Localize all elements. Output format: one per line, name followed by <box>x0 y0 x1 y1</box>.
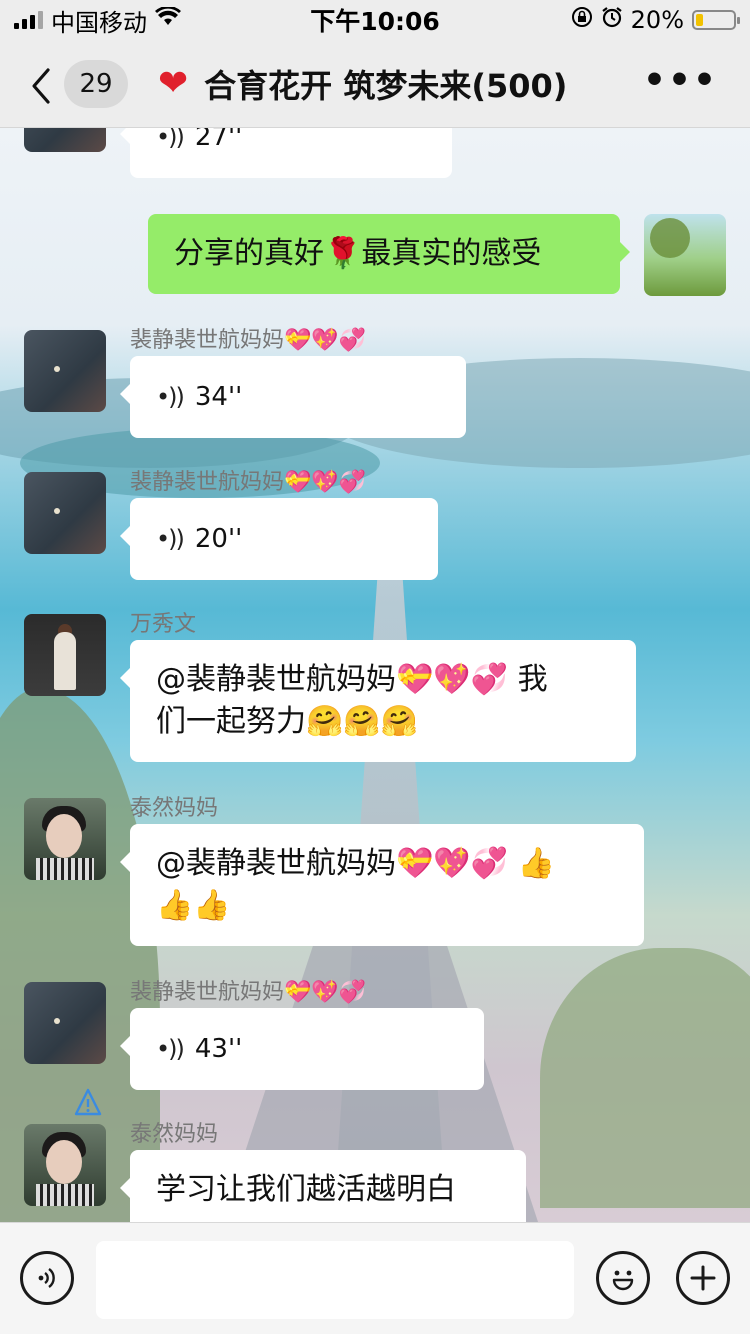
voice-mode-button[interactable] <box>20 1251 74 1305</box>
back-button[interactable] <box>28 66 58 104</box>
group-title: 合育花开 筑梦未来(500) <box>204 67 568 105</box>
input-bar <box>0 1222 750 1334</box>
voice-wave-icon: •)) <box>156 1035 185 1063</box>
voice-message-bubble[interactable]: •)) 34'' <box>120 356 466 438</box>
alarm-icon <box>601 6 623 34</box>
message-text-line: 们一起努力🤗🤗🤗 <box>156 704 419 739</box>
voice-duration: 20'' <box>194 524 243 554</box>
battery-percent: 20% <box>630 6 684 34</box>
text-message-bubble[interactable]: 学习让我们越活越明白 <box>120 1150 526 1222</box>
message-text-line: 👍👍 <box>156 888 231 923</box>
sender-name: 泰然妈妈 <box>130 796 219 821</box>
status-bar: 中国移动 下午10:06 20% <box>0 0 750 40</box>
message-text-line: @裴静裴世航妈妈💝💖💞 👍 <box>156 846 555 881</box>
voice-duration: 27'' <box>194 128 243 152</box>
avatar[interactable] <box>24 472 106 554</box>
chat-header: 29 ❤ 合育花开 筑梦未来(500) ••• <box>0 40 750 128</box>
avatar[interactable] <box>24 128 106 152</box>
avatar[interactable] <box>24 614 106 696</box>
plus-icon <box>690 1265 716 1291</box>
voice-wave-icon: •)) <box>156 525 185 553</box>
message-input[interactable] <box>96 1241 574 1319</box>
voice-message: •)) 34'' <box>130 356 466 438</box>
status-right: 20% <box>571 6 740 34</box>
avatar[interactable] <box>24 798 106 880</box>
sender-name: 泰然妈妈 <box>130 1122 219 1147</box>
battery-fill <box>696 14 704 26</box>
text-message-bubble[interactable]: 分享的真好🌹最真实的感受 <box>148 214 630 294</box>
avatar[interactable] <box>24 1124 106 1206</box>
voice-duration: 34'' <box>194 382 243 412</box>
battery-icon <box>692 10 740 30</box>
text-message-bubble[interactable]: @裴静裴世航妈妈💝💖💞 👍 👍👍 <box>120 824 644 946</box>
message-text-line: @裴静裴世航妈妈💝💖💞 我 <box>156 662 548 697</box>
voice-message: •)) 43'' <box>130 1008 484 1090</box>
avatar[interactable] <box>24 330 106 412</box>
voice-mode-icon <box>38 1268 55 1288</box>
voice-message: •)) 27'' <box>130 128 452 178</box>
unread-count-badge[interactable]: 29 <box>64 60 128 108</box>
voice-message-bubble[interactable]: •)) 43'' <box>120 1008 484 1090</box>
rotation-lock-icon <box>571 6 593 34</box>
more-options-button[interactable]: ••• <box>643 63 718 99</box>
avatar[interactable] <box>24 982 106 1064</box>
heart-icon: ❤ <box>158 63 189 104</box>
emoji-icon <box>612 1270 634 1291</box>
voice-duration: 43'' <box>194 1034 243 1064</box>
message-list[interactable]: •)) 27'' 分享的真好🌹最真实的感受 裴静裴世航妈妈💝💖💞 •)) 34'… <box>0 128 750 1222</box>
emoji-button[interactable] <box>596 1251 650 1305</box>
voice-message: •)) 20'' <box>130 498 438 580</box>
voice-wave-icon: •)) <box>156 383 185 411</box>
sender-name: 万秀文 <box>130 612 197 637</box>
sender-name: 裴静裴世航妈妈💝💖💞 <box>130 328 367 353</box>
message-text-line: 学习让我们越活越明白 <box>156 1172 456 1207</box>
chat-title: ❤ 合育花开 筑梦未来(500) <box>158 62 567 106</box>
message-text: 分享的真好🌹最真实的感受 <box>174 236 542 271</box>
my-avatar[interactable] <box>644 214 726 296</box>
warning-icon <box>74 1088 102 1118</box>
text-message-bubble[interactable]: @裴静裴世航妈妈💝💖💞 我 们一起努力🤗🤗🤗 <box>120 640 636 762</box>
voice-message-bubble[interactable]: •)) 27'' <box>120 128 452 178</box>
sender-name: 裴静裴世航妈妈💝💖💞 <box>130 470 367 495</box>
voice-wave-icon: •)) <box>156 128 185 151</box>
sender-name: 裴静裴世航妈妈💝💖💞 <box>130 980 367 1005</box>
voice-message-bubble[interactable]: •)) 20'' <box>120 498 438 580</box>
more-functions-button[interactable] <box>676 1251 730 1305</box>
